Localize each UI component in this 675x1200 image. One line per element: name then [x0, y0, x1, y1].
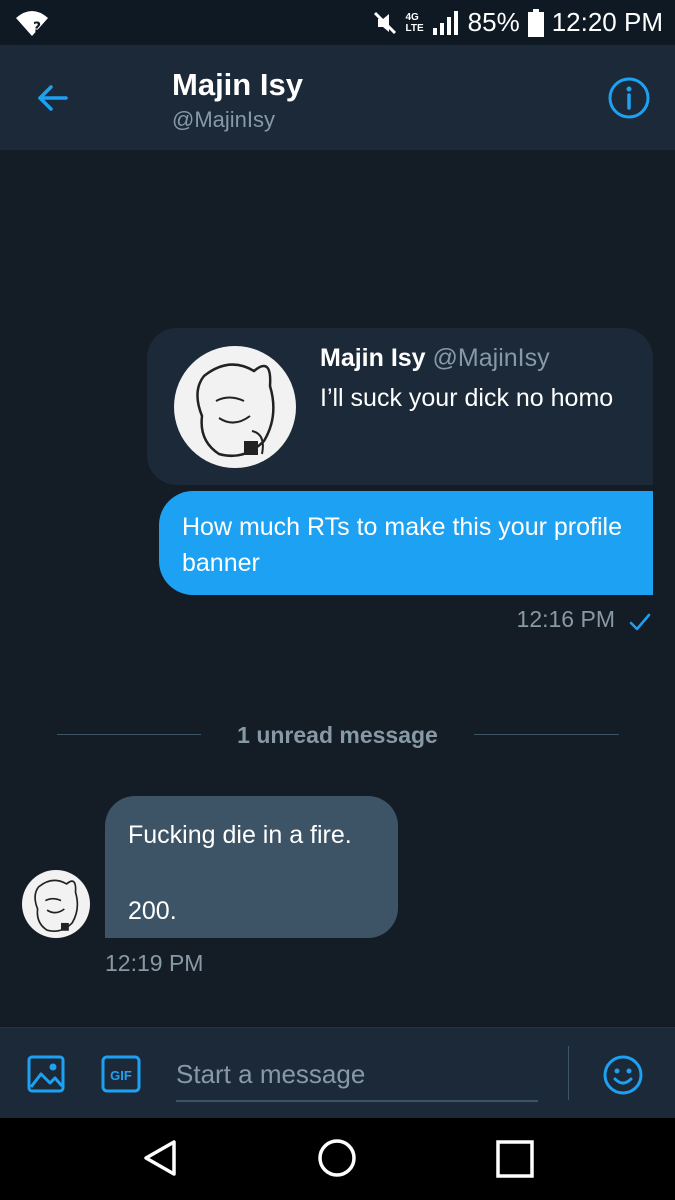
circle-home-icon[interactable]	[315, 1136, 359, 1180]
clock: 12:20 PM	[551, 7, 663, 37]
mute-icon	[373, 11, 396, 34]
gif-label: GIF	[110, 1068, 132, 1083]
conversation-handle: @MajinIsy	[172, 107, 276, 132]
triangle-back-icon[interactable]	[138, 1136, 182, 1180]
quoted-tweet-text: I’ll suck your dick no homo	[320, 384, 614, 412]
sent-message-time: 12:16 PM	[516, 606, 615, 632]
quoted-tweet-card[interactable]: Majin Isy @MajinIsy I’ll suck your dick …	[147, 328, 653, 485]
check-icon	[629, 613, 651, 631]
image-icon[interactable]	[26, 1054, 66, 1094]
message-input[interactable]	[176, 1048, 538, 1102]
battery-percent: 85%	[467, 7, 520, 37]
network-label: 4G	[405, 11, 419, 23]
avatar-drawing	[196, 363, 275, 458]
network-sub-label: LTE	[405, 22, 424, 34]
system-nav-bar	[0, 1118, 675, 1200]
avatar	[174, 346, 296, 468]
network-indicator: 4G LTE	[406, 12, 424, 34]
composer-divider	[568, 1046, 569, 1100]
arrow-left-icon[interactable]	[30, 75, 76, 121]
avatar[interactable]	[22, 870, 90, 938]
unread-divider: 1 unread message	[237, 722, 438, 748]
svg-text:?: ?	[33, 20, 41, 36]
gif-icon: GIF	[101, 1055, 141, 1093]
quoted-tweet-author: Majin Isy	[320, 344, 426, 372]
square-recents-icon[interactable]	[494, 1138, 536, 1180]
status-bar: ? 4G LTE 85% 12:20 PM	[0, 0, 675, 45]
info-circle-icon[interactable]	[606, 75, 652, 121]
message-composer: GIF	[0, 1027, 675, 1119]
quoted-tweet-handle: @MajinIsy	[432, 344, 550, 372]
signal-icon	[432, 10, 458, 35]
received-message-bubble[interactable]: Fucking die in a fire. 200.	[105, 796, 398, 938]
divider-line-right	[474, 734, 619, 735]
received-message-time: 12:19 PM	[105, 950, 204, 976]
conversation-header: Majin Isy @MajinIsy	[0, 45, 675, 150]
wifi-icon: ?	[16, 11, 48, 36]
gif-button[interactable]: GIF	[101, 1055, 141, 1093]
quoted-tweet-author-line: Majin Isy @MajinIsy	[320, 344, 550, 373]
sent-message-bubble[interactable]: How much RTs to make this your profile b…	[159, 491, 653, 595]
smiley-icon[interactable]	[602, 1054, 644, 1096]
conversation-title: Majin Isy	[172, 67, 303, 102]
battery-icon	[527, 8, 544, 37]
avatar-drawing	[34, 879, 79, 933]
